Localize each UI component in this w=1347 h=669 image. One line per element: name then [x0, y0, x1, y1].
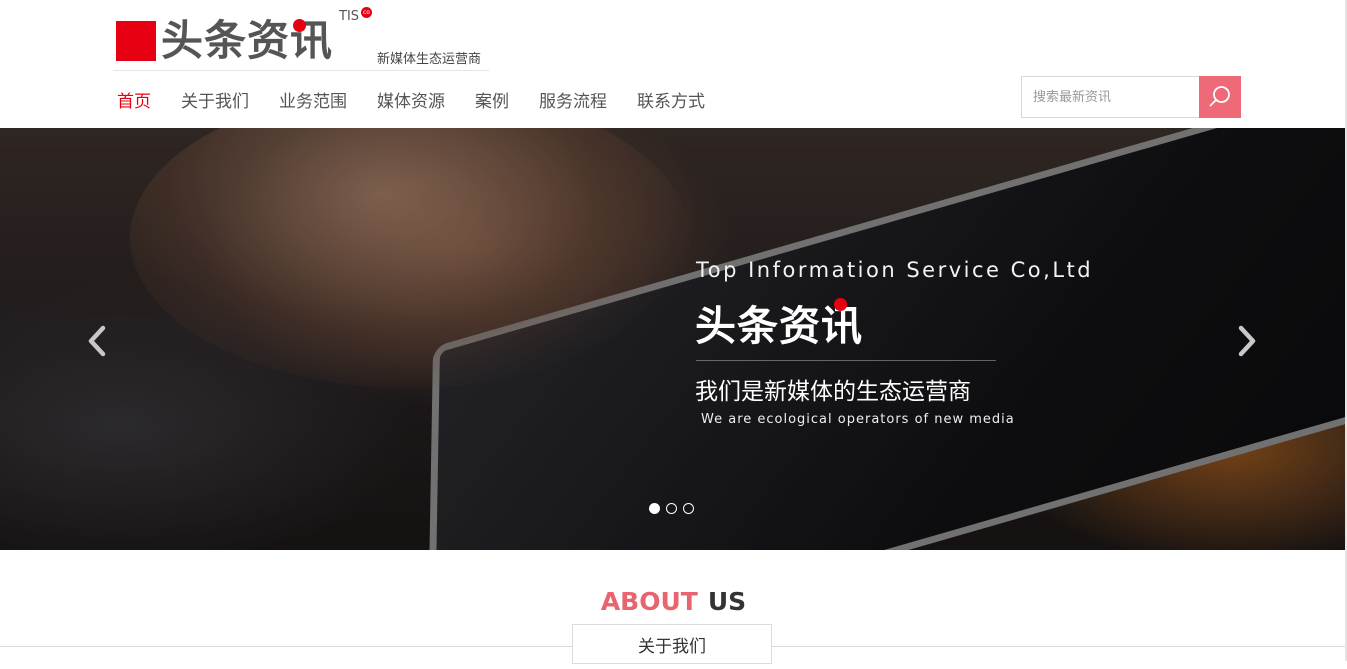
banner-cn-tagline: 我们是新媒体的生态运营商 [695, 379, 971, 405]
banner-divider [696, 360, 996, 361]
carousel-dot-1[interactable] [649, 503, 660, 514]
site-header: 头条资讯 TIS co 新媒体生态运营商 首页 关于我们 业务范围 媒体资源 案… [0, 0, 1347, 128]
nav-item-business[interactable]: 业务范围 [279, 89, 347, 115]
carousel-dot-2[interactable] [666, 503, 677, 514]
banner-en-title: Top Information Service Co,Ltd [696, 258, 1094, 282]
banner-logo-dot [834, 298, 847, 311]
chevron-left-icon [88, 325, 106, 357]
logo-red-square [116, 21, 156, 61]
carousel-prev-button[interactable] [82, 324, 112, 358]
logo-mark-badge: co [361, 7, 372, 18]
logo-text: 头条资讯 [161, 16, 334, 65]
search-button[interactable] [1199, 76, 1241, 118]
header-divider [113, 70, 489, 71]
about-heading-red: ABOUT [600, 587, 698, 616]
nav-item-process[interactable]: 服务流程 [539, 89, 607, 115]
logo-mark: TIS [339, 9, 360, 24]
logo-red-dot [293, 19, 306, 32]
main-nav: 首页 关于我们 业务范围 媒体资源 案例 服务流程 联系方式 [117, 89, 735, 115]
about-heading-dark: US [707, 587, 747, 616]
about-tab[interactable]: 关于我们 [572, 624, 772, 664]
nav-item-about[interactable]: 关于我们 [181, 89, 249, 115]
banner-en-tagline: We are ecological operators of new media [701, 412, 1015, 427]
nav-item-contact[interactable]: 联系方式 [637, 89, 705, 115]
nav-item-cases[interactable]: 案例 [475, 89, 509, 115]
hero-banner: Top Information Service Co,Ltd 头条资讯 我们是新… [0, 128, 1347, 550]
search-input[interactable] [1021, 76, 1199, 118]
nav-item-home[interactable]: 首页 [117, 89, 151, 115]
carousel-next-button[interactable] [1232, 324, 1262, 358]
carousel-indicators [649, 503, 700, 514]
chevron-right-icon [1238, 325, 1256, 357]
search-icon [1209, 86, 1230, 107]
search-box [1021, 76, 1241, 118]
about-heading: ABOUT US [0, 587, 1347, 616]
logo-slogan: 新媒体生态运营商 [377, 52, 482, 67]
carousel-dot-3[interactable] [683, 503, 694, 514]
site-logo[interactable]: 头条资讯 TIS co 新媒体生态运营商 [115, 6, 495, 70]
nav-item-media[interactable]: 媒体资源 [377, 89, 445, 115]
